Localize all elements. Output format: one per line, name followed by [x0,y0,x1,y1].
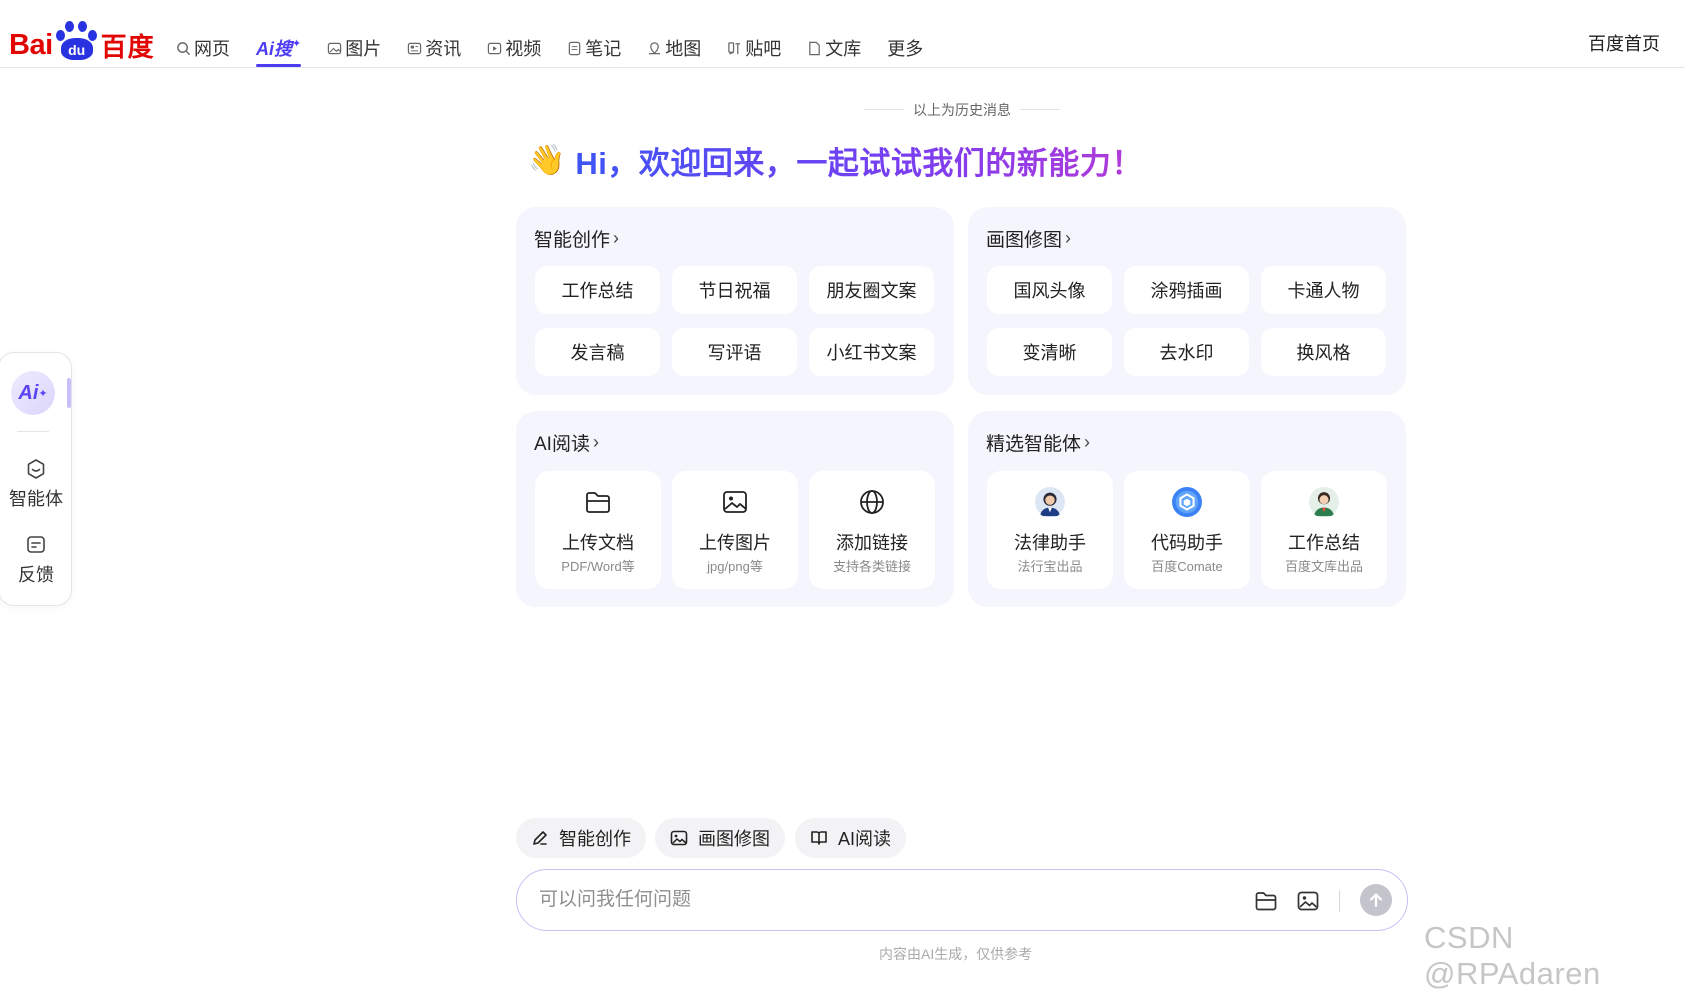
image-upload-icon [720,487,750,517]
globe-icon [857,487,887,517]
note-icon [568,41,581,55]
input-divider [1339,890,1340,912]
legal-assistant-tile[interactable]: 法律助手 法行宝出品 [987,471,1113,589]
ai-disclaimer: 内容由AI生成，仅供参考 [879,946,1033,962]
chevron-right-icon: › [1065,228,1072,248]
rail-active-indicator [67,378,71,408]
card-title-reading[interactable]: AI阅读 › [534,429,599,456]
creation-item[interactable]: 朋友圈文案 [809,266,934,314]
card-title-agents[interactable]: 精选智能体 › [986,429,1090,456]
card-smart-creation: 智能创作 › 工作总结 节日祝福 朋友圈文案 发言稿 写评语 小红书文案 [516,207,954,395]
top-nav: Bai du 百度 网页 Ai搜 ✦ 图片 资讯 视频 笔记 地图 贴吧 文库 … [0,0,1685,68]
chevron-right-icon: › [1084,432,1091,452]
sparkle-icon: ✦ [292,37,302,50]
creation-item[interactable]: 工作总结 [535,266,660,314]
creation-item[interactable]: 节日祝福 [672,266,797,314]
card-title-creation[interactable]: 智能创作 › [534,225,619,252]
search-icon [177,41,191,55]
work-summary-agent-tile[interactable]: 工作总结 百度文库出品 [1261,471,1387,589]
comate-logo-icon [1172,487,1202,517]
chat-input-box [516,869,1408,931]
watermark: CSDN @RPAdaren [1424,920,1601,991]
video-icon [488,42,502,54]
map-icon [649,41,661,54]
tab-wenku[interactable]: 文库 [807,34,861,62]
feedback-icon [27,536,45,553]
tab-more[interactable]: 更多 [887,34,923,62]
card-featured-agents: 精选智能体 › 法律助手 法行宝出品 代码助手 百度Comate 工作总结 百度文… [968,411,1406,607]
tab-map[interactable]: 地图 [647,34,701,62]
painting-item[interactable]: 去水印 [1124,328,1249,376]
nav-tabs: 网页 Ai搜 ✦ 图片 资讯 视频 笔记 地图 贴吧 文库 更多 [176,34,949,67]
pen-icon [533,831,547,845]
code-assistant-tile[interactable]: 代码助手 百度Comate [1124,471,1250,589]
book-icon [811,831,827,845]
arrow-up-icon [1369,893,1383,908]
rail-divider [17,431,49,432]
painting-item[interactable]: 涂鸦插画 [1124,266,1249,314]
left-rail: Ai ✦ 智能体 反馈 [0,352,72,606]
upload-document-tile[interactable]: 上传文档 PDF/Word等 [535,471,661,589]
lawyer-avatar-icon [1035,487,1065,517]
logo-latin: Bai [9,29,53,61]
chip-ai-reading[interactable]: AI阅读 [795,818,907,858]
baidu-home-link[interactable]: 百度首页 [1588,30,1660,56]
tieba-icon [728,41,741,55]
ai-assistant-icon[interactable]: Ai ✦ [11,371,55,415]
rail-item-agents[interactable]: 智能体 [0,457,73,511]
card-painting: 画图修图 › 国风头像 涂鸦插画 卡通人物 变清晰 去水印 换风格 [968,207,1406,395]
welcome-banner: 👋 Hi，欢迎回来，一起试试我们的新能力！ [528,138,1143,183]
painting-item[interactable]: 国风头像 [987,266,1112,314]
tab-ai-search[interactable]: Ai搜 ✦ [256,34,302,67]
send-button[interactable] [1360,884,1392,916]
news-icon [408,42,422,54]
upload-image-icon[interactable] [1295,888,1321,914]
welcome-text: Hi，欢迎回来，一起试试我们的新能力！ [575,138,1143,183]
wenku-icon [809,41,821,55]
tab-tieba[interactable]: 贴吧 [727,34,781,62]
creation-item[interactable]: 写评语 [672,328,797,376]
chat-input[interactable] [539,884,1179,916]
chevron-right-icon: › [613,228,620,248]
rail-item-feedback[interactable]: 反馈 [0,533,73,587]
card-title-painting[interactable]: 画图修图 › [986,225,1071,252]
active-tab-underline [256,64,302,67]
add-link-tile[interactable]: 添加链接 支持各类链接 [809,471,935,589]
tab-web[interactable]: 网页 [176,34,230,62]
creation-item[interactable]: 小红书文案 [809,328,934,376]
upload-image-tile[interactable]: 上传图片 jpg/png等 [672,471,798,589]
history-divider: 以上为历史消息 [864,100,1060,120]
chevron-right-icon: › [592,432,599,452]
painting-item[interactable]: 换风格 [1261,328,1386,376]
painting-item[interactable]: 卡通人物 [1261,266,1386,314]
tab-images[interactable]: 图片 [327,34,381,62]
painting-item[interactable]: 变清晰 [987,328,1112,376]
baidu-logo[interactable]: Bai du 百度 [9,14,155,60]
upload-file-icon[interactable] [1253,888,1279,914]
logo-chinese: 百度 [100,32,155,62]
card-ai-reading: AI阅读 › 上传文档 PDF/Word等 上传图片 jpg/png等 添加链接 … [516,411,954,607]
worker-avatar-icon [1309,487,1339,517]
chip-smart-creation[interactable]: 智能创作 [516,818,646,858]
tab-news[interactable]: 资讯 [407,34,461,62]
picture-edit-icon [670,830,688,846]
image-icon [328,42,342,54]
history-notice: 以上为历史消息 [913,102,1011,118]
sparkle-icon: ✦ [38,387,48,400]
tab-video[interactable]: 视频 [487,34,541,62]
chip-painting[interactable]: 画图修图 [655,818,785,858]
wave-icon: 👋 [528,143,566,177]
creation-item[interactable]: 发言稿 [535,328,660,376]
tab-notes[interactable]: 笔记 [567,34,621,62]
agent-icon [27,459,45,479]
folder-icon [583,487,613,517]
paw-icon: du [54,20,100,60]
